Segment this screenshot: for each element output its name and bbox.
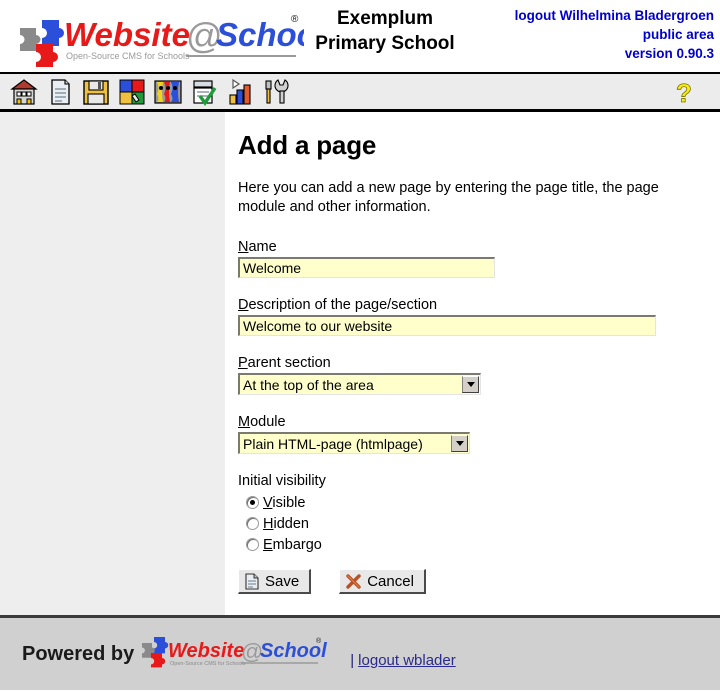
powered-by-label: Powered by [22, 642, 135, 665]
svg-text:Website: Website [168, 640, 244, 662]
svg-text:®: ® [291, 14, 299, 25]
radio-visible-indicator[interactable] [246, 496, 259, 509]
colors-icon[interactable] [152, 76, 184, 108]
floppy-save-icon[interactable] [80, 76, 112, 108]
page-footer: Powered by Website @ School ® Open-Sourc… [0, 615, 720, 690]
parent-section-label-rest: arent section [247, 355, 331, 371]
school-name: Exemplum Primary School [300, 6, 470, 56]
page-title: Add a page [238, 130, 377, 160]
header-session-info: logout Wilhelmina Bladergroen public are… [515, 6, 714, 63]
version-label: version 0.90.3 [624, 46, 714, 61]
module-selected-value: Plain HTML-page (htmlpage) [243, 436, 423, 452]
main-content: Add a page Here you can add a new page b… [225, 112, 720, 615]
radio-embargo[interactable]: Embargo [246, 534, 710, 555]
site-logo: Website @ School ® Open-Source CMS for S… [8, 6, 304, 68]
parent-section-field-label: Parent section [238, 355, 710, 371]
radio-embargo-accesskey: E [263, 536, 273, 553]
radio-visible-accesskey: V [263, 494, 273, 511]
svg-text:?: ? [676, 78, 692, 108]
cancel-button[interactable]: Cancel [339, 569, 426, 594]
footer-logout-link[interactable]: logout wblader [358, 652, 456, 669]
radio-hidden-indicator[interactable] [246, 517, 259, 530]
chevron-down-icon[interactable] [451, 435, 468, 452]
app-window: Website @ School ® Open-Source CMS for S… [0, 0, 720, 693]
save-button[interactable]: Save [238, 569, 312, 594]
module-field-label: Module [238, 414, 710, 430]
cancel-button-label: Cancel [367, 572, 414, 590]
visibility-group-label: Initial visibility [238, 473, 326, 489]
parent-section-selected-value: At the top of the area [243, 377, 374, 393]
module-label-rest: odule [250, 414, 286, 430]
radio-hidden[interactable]: Hidden [246, 513, 710, 534]
save-button-label: Save [265, 572, 300, 590]
module-select[interactable]: Plain HTML-page (htmlpage) [238, 432, 470, 454]
page-icon[interactable] [44, 76, 76, 108]
description-accesskey: D [238, 297, 249, 313]
name-accesskey: N [238, 239, 249, 255]
logout-user-link[interactable]: logout Wilhelmina Bladergroen [515, 6, 714, 25]
description-field-label: Description of the page/section [238, 297, 710, 313]
svg-text:Open-Source CMS for Schools: Open-Source CMS for Schools [66, 51, 190, 61]
description-input[interactable] [238, 315, 656, 336]
website-at-school-logo-graphic: Website @ School ® Open-Source CMS for S… [20, 14, 304, 67]
name-input[interactable] [238, 257, 495, 278]
svg-text:Website: Website [64, 16, 190, 53]
cross-cancel-icon [346, 573, 361, 589]
footer-separator: | [350, 651, 355, 669]
question-mark-help-icon[interactable]: ? [672, 78, 702, 110]
name-label-rest: ame [248, 239, 277, 255]
description-label-rest: escription of the page/section [248, 297, 438, 313]
page-intro-text: Here you can add a new page by entering … [238, 180, 659, 215]
home-icon[interactable] [8, 76, 40, 108]
main-toolbar: ? [0, 72, 720, 112]
checklist-icon[interactable] [188, 76, 220, 108]
radio-hidden-label: idden [273, 515, 309, 532]
page-body: Add a page Here you can add a new page b… [0, 112, 720, 615]
radio-hidden-accesskey: H [263, 515, 274, 532]
school-name-line1: Exemplum [336, 8, 434, 29]
radio-embargo-label: mbargo [272, 536, 322, 553]
svg-text:®: ® [316, 637, 322, 645]
name-field-label: Name [238, 239, 710, 255]
school-name-line2: Primary School [315, 33, 455, 54]
page-header: Website @ School ® Open-Source CMS for S… [0, 0, 720, 72]
barchart-icon[interactable] [224, 76, 256, 108]
form-actions: Save Cancel [238, 569, 710, 594]
parent-section-select[interactable]: At the top of the area [238, 373, 481, 395]
chevron-down-icon[interactable] [462, 376, 479, 393]
svg-text:Open-Source CMS for Schools: Open-Source CMS for Schools [170, 661, 246, 667]
footer-website-at-school-logo[interactable]: Website @ School ® Open-Source CMS for S… [140, 633, 340, 675]
left-sidebar [0, 112, 225, 615]
parent-section-accesskey: P [238, 355, 248, 371]
current-area-label: public area [642, 27, 714, 42]
radio-visible-label: isible [272, 494, 306, 511]
module-accesskey: M [238, 414, 251, 430]
radio-embargo-indicator[interactable] [246, 538, 259, 551]
radio-visible[interactable]: Visible [246, 492, 710, 513]
puzzle-tools-icon[interactable] [116, 76, 148, 108]
tools-icon[interactable] [260, 76, 292, 108]
document-save-icon [245, 572, 259, 590]
